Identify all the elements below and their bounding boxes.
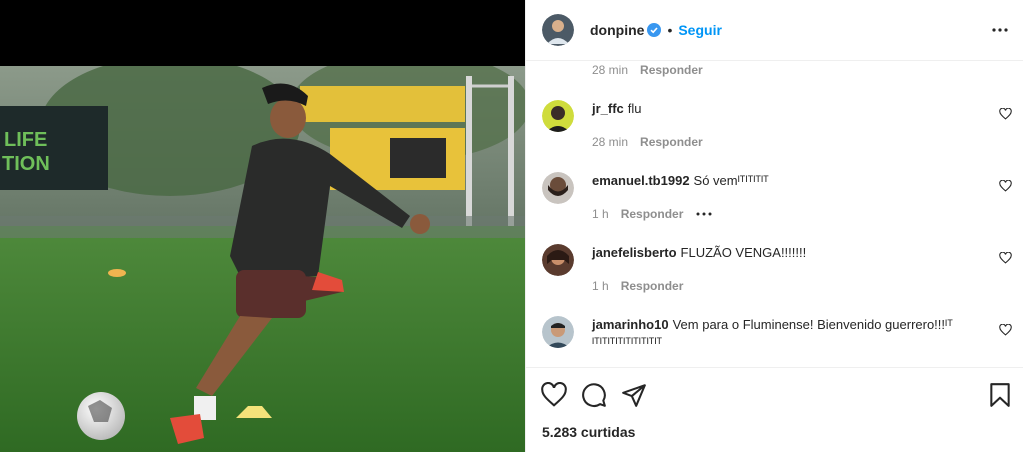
comment-content: FLUZÃO VENGA!!!!!!! <box>680 245 807 260</box>
comment-meta: 1 h Responder <box>592 207 713 221</box>
comment-text: emanuel.tb1992 Só vemᴵᵀᴵᵀᴵᵀᴵᵀ <box>592 172 997 190</box>
commenter-avatar[interactable] <box>542 100 574 132</box>
follow-button[interactable]: Seguir <box>678 22 722 38</box>
reply-button[interactable]: Responder <box>621 279 684 293</box>
comment-like-heart-icon[interactable] <box>999 324 1012 336</box>
likes-count[interactable]: 5.283 curtidas <box>542 424 635 440</box>
paper-plane-icon[interactable] <box>621 382 647 408</box>
comment-meta: 28 min Responder <box>592 135 703 149</box>
comment-content: Só vemᴵᵀᴵᵀᴵᵀᴵᵀ <box>693 173 769 188</box>
commenter-username[interactable]: jr_ffc <box>592 101 624 116</box>
post-header: donpine • Seguir <box>526 0 1023 61</box>
author-avatar[interactable] <box>542 14 574 46</box>
comment-options-icon[interactable] <box>695 211 713 217</box>
comment-time: 28 min <box>592 135 629 149</box>
commenter-avatar[interactable] <box>542 244 574 276</box>
commenter-username[interactable]: emanuel.tb1992 <box>592 173 690 188</box>
post-photo[interactable]: LIFE TION <box>0 66 525 452</box>
comment-meta: 1 h Responder <box>592 279 683 293</box>
comment-text: jr_ffc flu <box>592 100 997 118</box>
svg-text:TION: TION <box>2 153 50 175</box>
verified-badge-icon <box>647 23 662 37</box>
post-sidebar: donpine • Seguir 28 min Responder jr_ffc… <box>525 0 1023 452</box>
commenter-avatar[interactable] <box>542 316 574 348</box>
comment-like-heart-icon[interactable] <box>999 180 1012 192</box>
comment-text: jamarinho10 Vem para o Fluminense! Bienve… <box>592 316 997 352</box>
commenter-username[interactable]: janefelisberto <box>592 245 677 260</box>
reply-button[interactable]: Responder <box>621 207 684 221</box>
comment-text: janefelisberto FLUZÃO VENGA!!!!!!! <box>592 244 997 262</box>
comment-time: 28 min <box>592 63 629 77</box>
comment-like-heart-icon[interactable] <box>999 108 1012 120</box>
svg-text:LIFE: LIFE <box>4 129 47 151</box>
comment-content: Vem para o Fluminense! Bienvenido guerre… <box>672 317 953 332</box>
comment-icon[interactable] <box>581 382 607 408</box>
reply-button[interactable]: Responder <box>640 135 703 149</box>
reply-button[interactable]: Responder <box>640 63 703 77</box>
comment-content-continued: ᴵᵀᴵᵀᴵᵀᴵᵀᴵᵀᴵᵀᴵᵀᴵᵀᴵᵀ <box>592 335 663 350</box>
author-username[interactable]: donpine <box>590 22 644 38</box>
comment-time: 1 h <box>592 279 609 293</box>
commenter-username[interactable]: jamarinho10 <box>592 317 669 332</box>
commenter-avatar[interactable] <box>542 172 574 204</box>
post-actions: 5.283 curtidas <box>526 367 1023 452</box>
post-media: LIFE TION <box>0 0 525 452</box>
heart-icon[interactable] <box>541 382 567 408</box>
more-options-icon[interactable] <box>990 22 1010 38</box>
comments-list[interactable]: 28 min Responder jr_ffc flu 28 min Respon… <box>526 62 1023 367</box>
comment-content: flu <box>627 101 642 116</box>
bookmark-icon[interactable] <box>987 382 1013 408</box>
comment-meta: 28 min Responder <box>592 63 703 77</box>
separator-dot: • <box>667 22 673 38</box>
comment-time: 1 h <box>592 207 609 221</box>
comment-like-heart-icon[interactable] <box>999 252 1012 264</box>
